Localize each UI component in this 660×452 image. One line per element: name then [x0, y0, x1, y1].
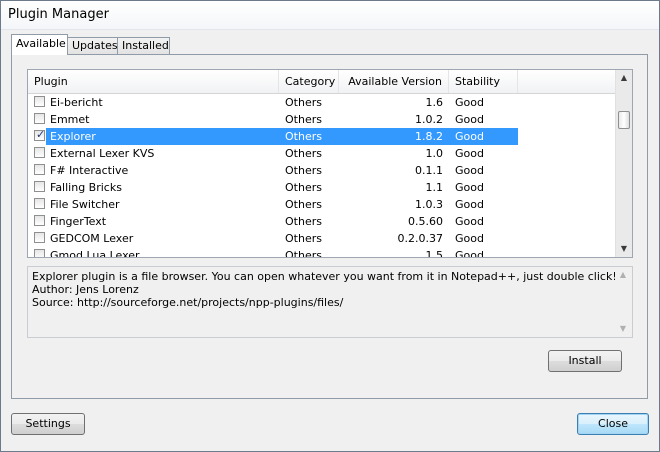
table-row[interactable]: External Lexer KVS Others 1.0 Good — [28, 145, 617, 162]
tab-updates[interactable]: Updates — [67, 37, 118, 54]
close-button[interactable]: Close — [577, 413, 649, 435]
cell-category: Others — [285, 249, 322, 258]
column-header-stability[interactable]: Stability — [449, 70, 518, 93]
cell-category: Others — [285, 113, 322, 126]
plugin-checkbox[interactable] — [34, 96, 45, 107]
table-row[interactable]: File Switcher Others 1.0.3 Good — [28, 196, 617, 213]
cell-plugin-name: F# Interactive — [50, 164, 129, 177]
plugin-checkbox[interactable] — [34, 198, 45, 209]
cell-version: 1.5 — [425, 249, 444, 258]
scrollbar-thumb[interactable] — [618, 111, 630, 129]
cell-stability: Good — [455, 198, 484, 211]
plugin-checkbox[interactable] — [34, 113, 45, 124]
scroll-up-arrow-icon[interactable]: ▲ — [615, 267, 631, 283]
plugin-checkbox[interactable] — [34, 164, 45, 175]
plugin-manager-window: Plugin Manager Available Updates Install… — [0, 0, 660, 452]
plugin-checkbox[interactable] — [34, 147, 45, 158]
title-bar[interactable]: Plugin Manager — [1, 1, 659, 30]
cell-category: Others — [285, 164, 322, 177]
cell-category: Others — [285, 130, 322, 143]
cell-plugin-name: File Switcher — [50, 198, 120, 211]
cell-stability: Good — [455, 232, 484, 245]
cell-stability: Good — [455, 96, 484, 109]
list-vertical-scrollbar[interactable]: ▲ ▼ — [615, 70, 632, 257]
cell-category: Others — [285, 198, 322, 211]
table-row[interactable]: F# Interactive Others 0.1.1 Good — [28, 162, 617, 179]
install-button[interactable]: Install — [548, 350, 622, 372]
plugin-checkbox[interactable] — [34, 181, 45, 192]
cell-plugin-name: GEDCOM Lexer — [50, 232, 134, 245]
description-source: Source: http://sourceforge.net/projects/… — [32, 296, 344, 309]
scroll-up-arrow-icon[interactable]: ▲ — [616, 70, 632, 86]
cell-version: 1.0 — [425, 147, 444, 160]
tab-installed[interactable]: Installed — [117, 37, 170, 54]
cell-plugin-name: Ei-bericht — [50, 96, 103, 109]
table-row[interactable]: FingerText Others 0.5.60 Good — [28, 213, 617, 230]
cell-category: Others — [285, 232, 322, 245]
cell-category: Others — [285, 147, 322, 160]
cell-version: 1.0.3 — [415, 198, 443, 211]
description-author: Author: Jens Lorenz — [32, 283, 139, 296]
table-row[interactable]: Gmod Lua Lexer Others 1.5 Good — [28, 247, 617, 258]
cell-version: 1.8.2 — [415, 130, 443, 143]
plugin-checkbox[interactable] — [34, 249, 45, 257]
table-row[interactable]: Ei-bericht Others 1.6 Good — [28, 94, 617, 111]
plugin-checkbox[interactable]: ✓ — [34, 128, 46, 141]
plugin-list: Plugin Category Available Version Stabil… — [27, 69, 633, 258]
scroll-down-arrow-icon[interactable]: ▼ — [615, 321, 631, 337]
table-row[interactable]: Emmet Others 1.0.2 Good — [28, 111, 617, 128]
cell-stability: Good — [455, 181, 484, 194]
cell-category: Others — [285, 215, 322, 228]
cell-plugin-name: Gmod Lua Lexer — [50, 249, 140, 258]
column-header-category[interactable]: Category — [279, 70, 339, 93]
cell-stability: Good — [455, 147, 484, 160]
cell-stability: Good — [455, 130, 484, 143]
cell-version: 0.1.1 — [415, 164, 443, 177]
cell-version: 0.2.0.37 — [397, 232, 443, 245]
cell-stability: Good — [455, 164, 484, 177]
cell-version: 1.0.2 — [415, 113, 443, 126]
plugin-checkbox[interactable] — [34, 215, 45, 226]
cell-stability: Good — [455, 113, 484, 126]
plugin-description-box[interactable]: Explorer plugin is a file browser. You c… — [27, 266, 633, 338]
checkmark-icon: ✓ — [36, 128, 46, 141]
plugin-checkbox[interactable] — [34, 232, 45, 243]
window-title: Plugin Manager — [8, 7, 109, 22]
settings-button[interactable]: Settings — [11, 413, 85, 435]
cell-category: Others — [285, 181, 322, 194]
list-header: Plugin Category Available Version Stabil… — [28, 70, 617, 94]
cell-plugin-name: External Lexer KVS — [50, 147, 155, 160]
tab-available[interactable]: Available — [11, 34, 68, 55]
table-row[interactable]: ✓ Explorer Others 1.8.2 Good — [28, 128, 617, 145]
cell-stability: Good — [455, 249, 484, 258]
available-tab-panel: Plugin Category Available Version Stabil… — [11, 54, 648, 399]
cell-version: 0.5.60 — [408, 215, 443, 228]
cell-version: 1.6 — [425, 96, 444, 109]
cell-version: 1.1 — [425, 181, 444, 194]
table-row[interactable]: Falling Bricks Others 1.1 Good — [28, 179, 617, 196]
cell-plugin-name: Falling Bricks — [50, 181, 122, 194]
description-vertical-scrollbar[interactable]: ▲ ▼ — [615, 267, 632, 337]
table-row[interactable]: GEDCOM Lexer Others 0.2.0.37 Good — [28, 230, 617, 247]
column-header-plugin[interactable]: Plugin — [28, 70, 279, 93]
description-line: Explorer plugin is a file browser. You c… — [32, 270, 617, 283]
cell-plugin-name: Emmet — [50, 113, 90, 126]
column-header-filler — [518, 70, 617, 93]
cell-plugin-name: Explorer — [50, 130, 96, 143]
cell-stability: Good — [455, 215, 484, 228]
column-header-available-version[interactable]: Available Version — [339, 70, 449, 93]
cell-plugin-name: FingerText — [50, 215, 107, 228]
scroll-down-arrow-icon[interactable]: ▼ — [616, 241, 632, 257]
cell-category: Others — [285, 96, 322, 109]
